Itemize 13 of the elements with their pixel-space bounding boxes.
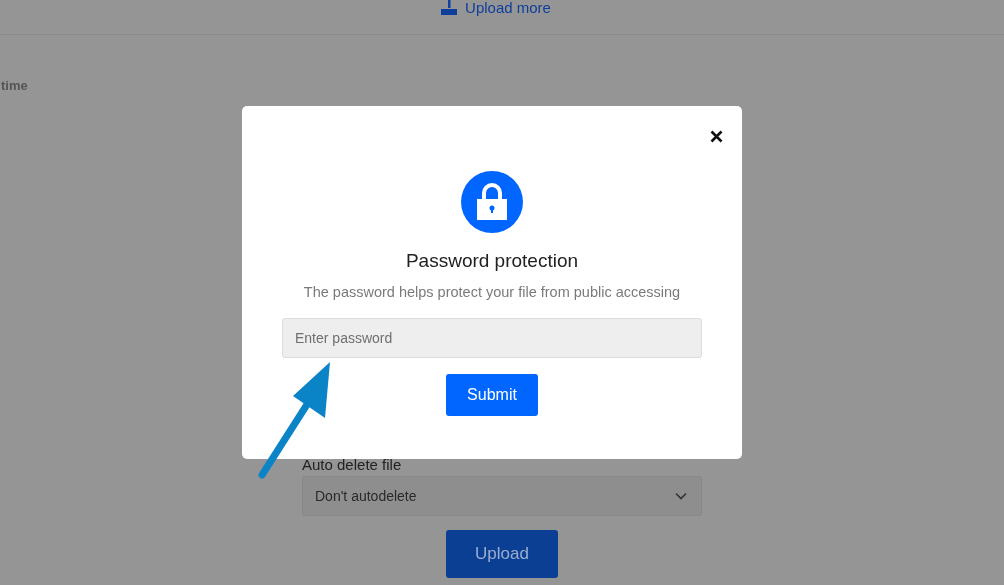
auto-delete-select[interactable]: Don't autodelete [302,476,702,516]
upload-more-link[interactable]: Upload more [441,0,551,18]
password-field[interactable]: Enter password [282,318,702,358]
field-label: Auto delete file [302,456,403,473]
lock-icon [461,171,523,233]
dialog-title: Password protection [405,250,579,272]
upload-icon [441,0,458,15]
dialog-description: The password helps protect your file from public accessing [303,284,681,300]
submit-button[interactable]: Submit [446,374,538,416]
chevron-icon [675,492,687,500]
upload-button[interactable]: Upload [446,530,558,578]
column-label: time [1,78,29,93]
close-icon[interactable] [710,130,723,143]
